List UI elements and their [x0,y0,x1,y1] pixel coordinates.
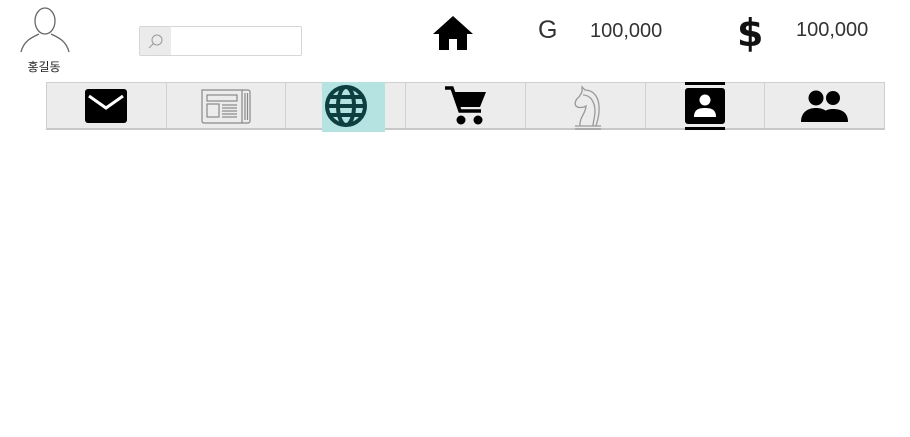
search-icon [148,34,163,49]
nav-item-mail[interactable] [47,83,167,128]
nav-item-friends[interactable] [765,83,884,128]
home-icon [433,16,473,50]
nav-item-contacts[interactable] [646,81,766,130]
nav-item-game[interactable] [526,83,646,130]
search-box[interactable] [139,26,302,56]
people-icon [800,90,848,122]
home-button[interactable] [431,14,475,52]
nav-item-news[interactable] [167,83,287,128]
nav-item-world[interactable] [286,82,407,132]
chess-knight-icon [574,84,602,130]
newspaper-icon [201,88,251,124]
search-input[interactable] [172,27,300,55]
dollar-icon: $ [737,11,764,55]
contact-card-icon [684,81,725,130]
nav-item-shop[interactable] [406,83,526,128]
avatar[interactable] [18,4,72,54]
gold-amount: 100,000 [590,20,663,42]
user-outline-icon [20,7,70,53]
username-label: 홍길동 [27,60,61,74]
cart-icon [444,85,486,124]
globe-icon [324,84,367,127]
search-button[interactable] [140,27,171,55]
dollar-amount: 100,000 [796,19,869,41]
gold-icon: G [538,16,558,44]
main-nav-bar [46,81,885,132]
mail-icon [85,88,128,123]
